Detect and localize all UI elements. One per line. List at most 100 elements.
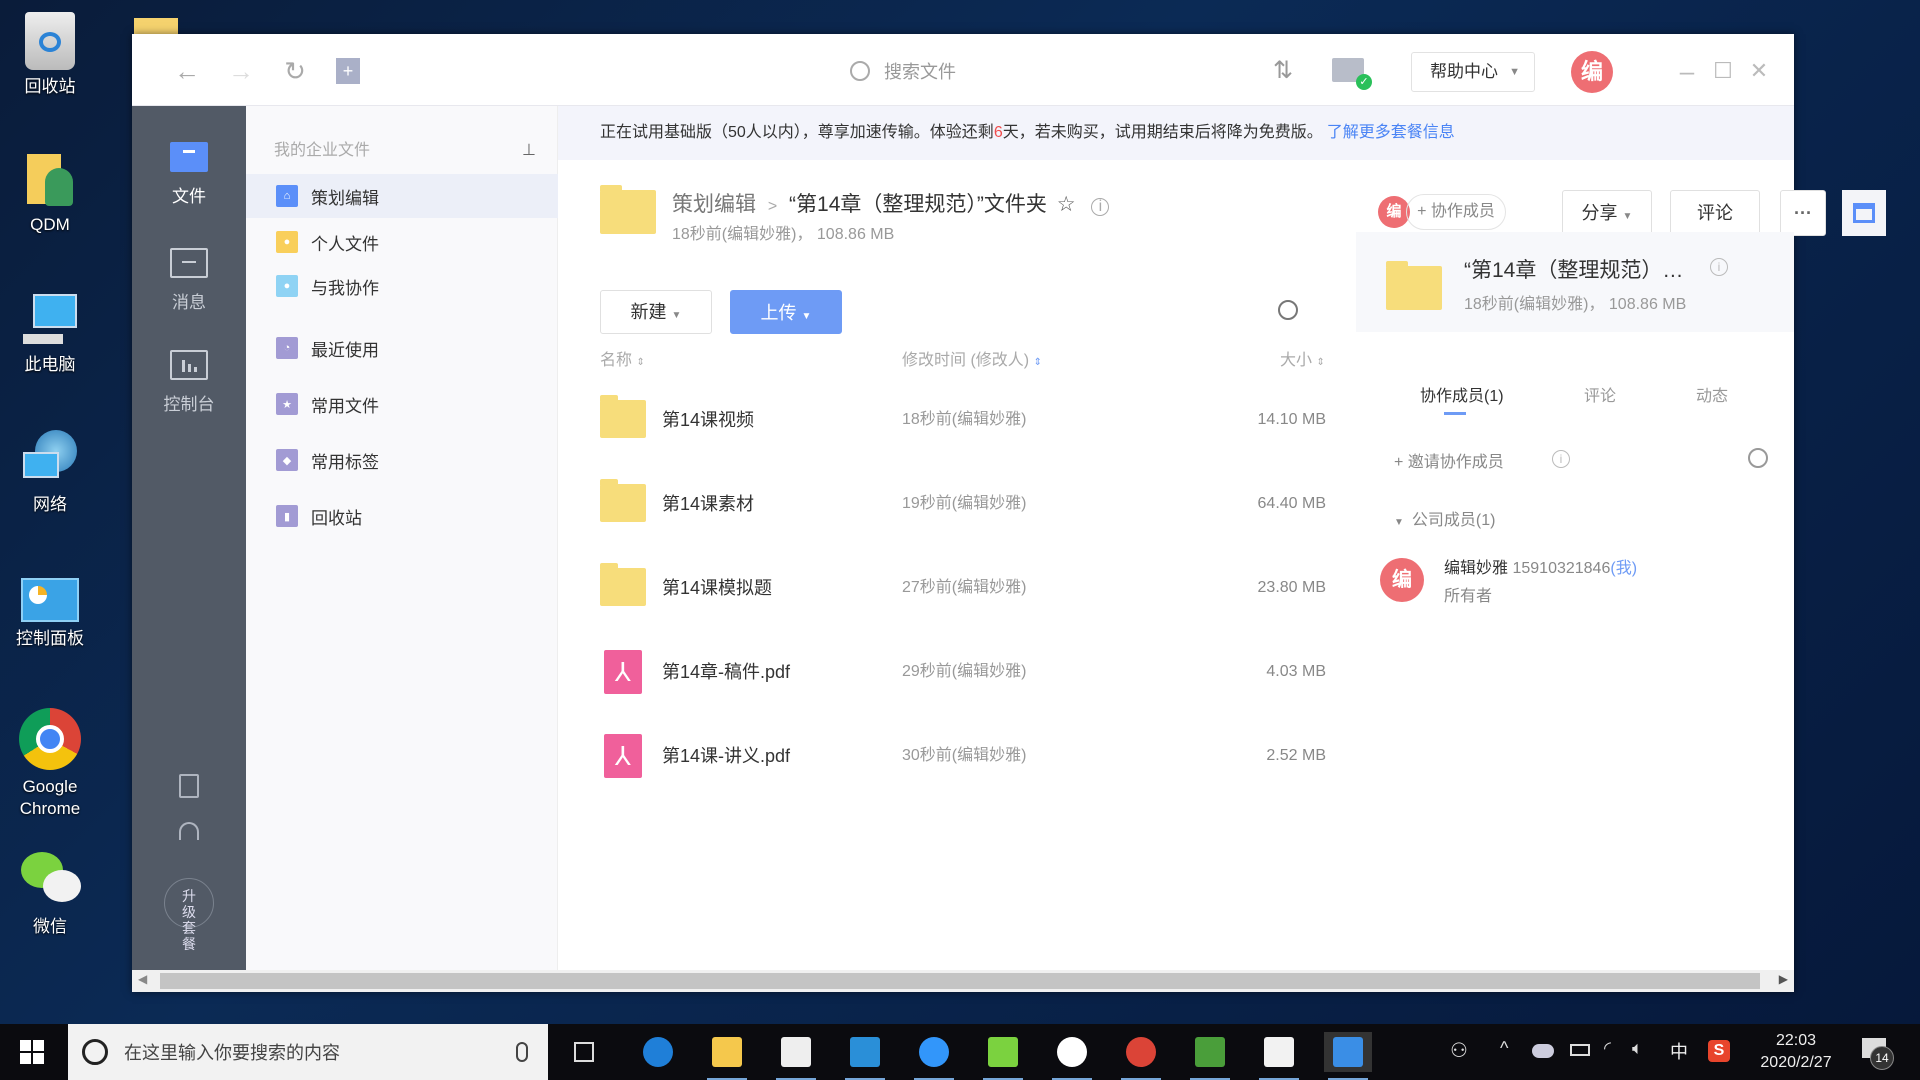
taskbar-app-wechat[interactable]: [979, 1032, 1027, 1080]
comment-button[interactable]: 评论: [1670, 190, 1760, 236]
clock[interactable]: 22:03 2020/2/27: [1748, 1030, 1844, 1074]
taskbar-app-edge[interactable]: [634, 1032, 682, 1072]
folder-item-trash[interactable]: ▮ 回收站: [246, 494, 558, 538]
taskbar-app-feishu[interactable]: [1048, 1032, 1096, 1080]
member-info[interactable]: 编辑妙雅 15910321846(我) 所有者: [1444, 554, 1637, 606]
back-button[interactable]: ←: [172, 56, 202, 86]
people-icon[interactable]: ⚇: [1450, 1038, 1468, 1063]
chrome-icon: [1126, 1037, 1156, 1067]
scroll-right-arrow[interactable]: ▶: [1779, 972, 1788, 986]
file-name[interactable]: 第14章-稿件.pdf: [662, 630, 790, 714]
plan-info-link[interactable]: 了解更多套餐信息: [1327, 124, 1455, 141]
file-row[interactable]: ⅄ 第14课-讲义.pdf 30秒前(编辑妙雅) 2.52 MB: [600, 714, 1326, 798]
upload-button[interactable]: 上传 ▼: [730, 290, 842, 334]
info-icon[interactable]: i: [1091, 198, 1110, 216]
sogou-ime-icon[interactable]: S: [1708, 1040, 1730, 1062]
search-placeholder: 搜索文件: [884, 62, 956, 82]
show-hidden-icons[interactable]: ^: [1500, 1038, 1508, 1059]
new-tab-button[interactable]: +: [336, 58, 360, 84]
current-folder-icon: [600, 185, 656, 234]
star-icon[interactable]: ☆: [1057, 193, 1076, 216]
share-button[interactable]: 分享 ▼: [1562, 190, 1652, 236]
start-button[interactable]: [20, 1040, 44, 1064]
file-name[interactable]: 第14课素材: [662, 462, 754, 546]
file-name[interactable]: 第14课-讲义.pdf: [662, 714, 790, 798]
column-name[interactable]: 名称 ⇕: [600, 346, 645, 370]
ime-indicator[interactable]: 中: [1670, 1038, 1688, 1064]
tab-collaborators[interactable]: 协作成员(1): [1420, 382, 1504, 406]
tablet-icon[interactable]: [179, 774, 199, 798]
folder-item-shared[interactable]: ● 与我协作: [246, 264, 558, 308]
desktop-icon-wechat[interactable]: 微信: [4, 852, 96, 938]
desktop-icon-chrome[interactable]: Google Chrome: [4, 708, 96, 820]
maximize-button[interactable]: ☐: [1708, 56, 1738, 86]
file-row[interactable]: 第14课视频 18秒前(编辑妙雅) 14.10 MB: [600, 378, 1326, 462]
taskbar-app-file-explorer[interactable]: [703, 1032, 751, 1080]
nav-messages[interactable]: 消息: [132, 248, 246, 313]
tab-comments[interactable]: 评论: [1584, 382, 1616, 406]
taskbar-app-store[interactable]: [772, 1032, 820, 1080]
file-row[interactable]: ⅄ 第14章-稿件.pdf 29秒前(编辑妙雅) 4.03 MB: [600, 630, 1326, 714]
user-avatar[interactable]: 编: [1571, 51, 1613, 93]
file-name[interactable]: 第14课模拟题: [662, 546, 772, 630]
transfer-icon[interactable]: ⇅: [1268, 56, 1298, 86]
battery-icon[interactable]: [1570, 1044, 1590, 1056]
taskbar-app-camtasia[interactable]: [1186, 1032, 1234, 1080]
scroll-left-arrow[interactable]: ◀: [138, 972, 147, 986]
breadcrumb-parent[interactable]: 策划编辑: [672, 193, 756, 216]
folder-item-tags[interactable]: ◆ 常用标签: [246, 438, 558, 482]
desktop-icon-recycle-bin[interactable]: 回收站: [4, 12, 96, 98]
desktop-icon-qdm[interactable]: QDM: [4, 150, 96, 236]
invite-collaborator-button[interactable]: + 邀请协作成员: [1394, 448, 1504, 472]
folder-item-personal[interactable]: ● 个人文件: [246, 220, 558, 264]
tab-activity[interactable]: 动态: [1696, 382, 1728, 406]
taskbar-app-dingtalk[interactable]: [910, 1032, 958, 1080]
task-view-button[interactable]: [574, 1042, 594, 1062]
search-box[interactable]: 搜索文件: [850, 54, 1130, 88]
file-name[interactable]: 第14课视频: [662, 378, 754, 462]
more-button[interactable]: ···: [1780, 190, 1826, 236]
file-row[interactable]: 第14课素材 19秒前(编辑妙雅) 64.40 MB: [600, 462, 1326, 546]
new-button[interactable]: 新建 ▼: [600, 290, 712, 334]
refresh-button[interactable]: ↻: [280, 56, 310, 86]
nav-files[interactable]: 文件: [132, 142, 246, 207]
horizontal-scrollbar[interactable]: ◀ ▶: [132, 970, 1794, 992]
folder-item-recent[interactable]: ◔ 最近使用: [246, 326, 558, 370]
taskbar-app-mail[interactable]: [841, 1032, 889, 1080]
taskbar-app-cloud-drive[interactable]: [1324, 1032, 1372, 1080]
close-button[interactable]: ✕: [1744, 56, 1774, 86]
headset-icon[interactable]: [179, 822, 199, 840]
cloud-sync-icon[interactable]: [1532, 1044, 1554, 1058]
wifi-icon[interactable]: ◜: [1604, 1038, 1611, 1059]
forward-button[interactable]: →: [226, 56, 256, 86]
org-tree-icon[interactable]: ⊥: [522, 140, 536, 160]
toggle-detail-panel-button[interactable]: [1842, 190, 1886, 236]
column-modified[interactable]: 修改时间 (修改人) ⇕: [902, 346, 1042, 370]
company-members-group[interactable]: ▼ 公司成员(1): [1394, 506, 1495, 530]
file-row[interactable]: 第14课模拟题 27秒前(编辑妙雅) 23.80 MB: [600, 546, 1326, 630]
taskbar-app-chrome[interactable]: [1117, 1032, 1165, 1080]
desktop-icon-network[interactable]: 网络: [4, 430, 96, 516]
action-center-button[interactable]: 14: [1862, 1038, 1894, 1070]
sync-status-icon[interactable]: ✓: [1332, 58, 1372, 90]
column-size[interactable]: 大小 ⇕: [1280, 346, 1325, 370]
taskbar-app-camtasia-recorder[interactable]: [1255, 1032, 1303, 1080]
nav-dashboard[interactable]: 控制台: [132, 350, 246, 415]
help-center-dropdown[interactable]: 帮助中心 ▼: [1411, 52, 1535, 92]
volume-icon[interactable]: 🔈︎: [1632, 1038, 1643, 1059]
add-collaborator-button[interactable]: + 协作成员: [1406, 194, 1506, 230]
folder-item-favorites[interactable]: ★ 常用文件: [246, 382, 558, 426]
info-icon[interactable]: i: [1710, 258, 1728, 276]
folder-item-planning[interactable]: ⌂ 策划编辑: [246, 174, 558, 218]
taskbar-search[interactable]: 在这里输入你要搜索的内容: [68, 1024, 548, 1080]
upgrade-plan-button[interactable]: 升级套餐: [164, 878, 214, 952]
member-search-icon[interactable]: [1748, 448, 1768, 468]
desktop-icon-computer[interactable]: 此电脑: [4, 290, 96, 376]
file-search-icon[interactable]: [1278, 300, 1298, 320]
scroll-thumb[interactable]: [160, 973, 1760, 989]
info-icon[interactable]: i: [1552, 450, 1570, 468]
cloud-drive-icon: [1333, 1037, 1363, 1067]
minimize-button[interactable]: –: [1672, 56, 1702, 86]
microphone-icon[interactable]: [516, 1042, 528, 1062]
desktop-icon-control-panel[interactable]: 控制面板: [4, 578, 96, 650]
